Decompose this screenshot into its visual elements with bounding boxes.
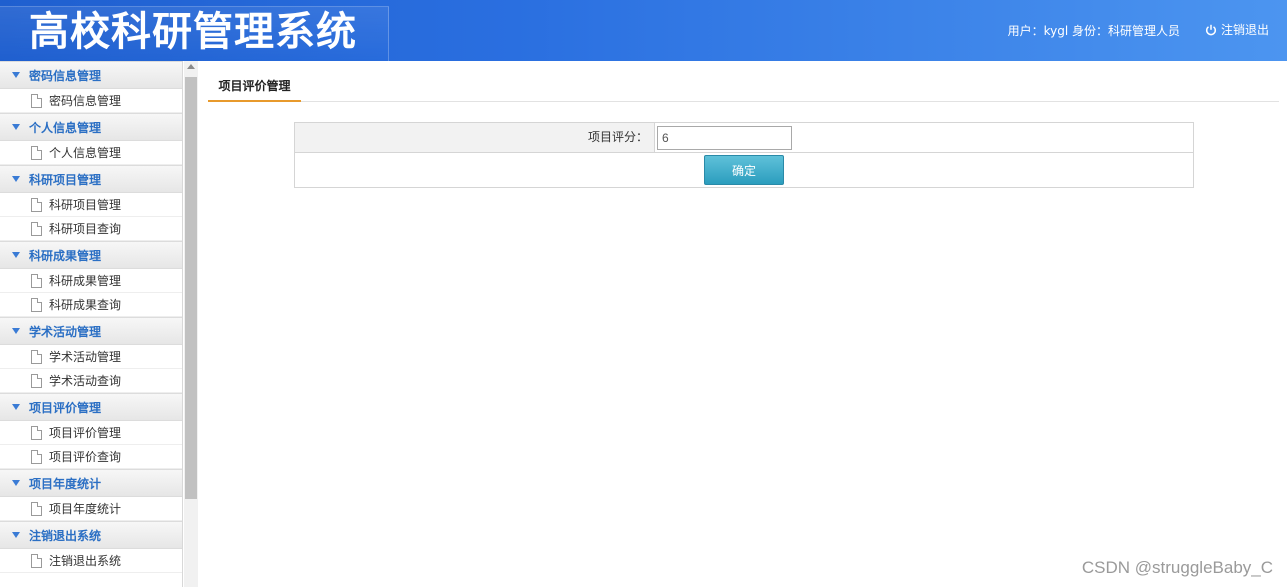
tab-bar: 项目评价管理 — [208, 73, 1279, 102]
triangle-down-icon — [12, 328, 20, 334]
document-icon — [31, 197, 42, 212]
document-icon — [31, 449, 42, 464]
sidebar-group-label: 个人信息管理 — [29, 120, 102, 135]
sidebar-item-evaluation-query[interactable]: 项目评价查询 — [0, 445, 182, 469]
sidebar-item-personal-manage[interactable]: 个人信息管理 — [0, 141, 182, 165]
scroll-up-arrow-icon[interactable] — [187, 64, 195, 69]
document-icon — [31, 425, 42, 440]
sidebar-item-label: 学术活动查询 — [49, 374, 122, 388]
sidebar-item-label: 项目评价管理 — [49, 426, 122, 440]
sidebar-item-activity-query[interactable]: 学术活动查询 — [0, 369, 182, 393]
power-icon — [1205, 24, 1216, 35]
sidebar-group-label: 科研成果管理 — [29, 248, 102, 263]
sidebar-scrollbar[interactable] — [184, 61, 198, 587]
sidebar-item-achievement-manage[interactable]: 科研成果管理 — [0, 269, 182, 293]
score-input[interactable] — [657, 125, 792, 150]
sidebar-group-evaluation[interactable]: 项目评价管理 — [0, 393, 182, 421]
document-icon — [31, 373, 42, 388]
sidebar-item-label: 科研项目查询 — [49, 222, 122, 236]
tab-project-evaluation[interactable]: 项目评价管理 — [208, 73, 301, 102]
sidebar-item-label: 科研成果查询 — [49, 298, 122, 312]
document-icon — [31, 145, 42, 160]
sidebar-group-project[interactable]: 科研项目管理 — [0, 165, 182, 193]
sidebar-item-label: 项目评价查询 — [49, 450, 122, 464]
sidebar-group-activity[interactable]: 学术活动管理 — [0, 317, 182, 345]
form-row-score: 项目评分： — [295, 123, 1193, 153]
header-bar: 高校科研管理系统 用户：kygl 身份：科研管理人员 注销退出 — [0, 0, 1287, 61]
form-row-actions: 确定 — [295, 153, 1193, 187]
triangle-down-icon — [12, 124, 20, 130]
sidebar-item-project-query[interactable]: 科研项目查询 — [0, 217, 182, 241]
evaluation-form: 项目评分： 确定 — [294, 122, 1194, 188]
sidebar-group-logout[interactable]: 注销退出系统 — [0, 521, 182, 549]
sidebar-item-label: 科研成果管理 — [49, 274, 122, 288]
logout-label: 注销退出 — [1220, 23, 1269, 37]
sidebar-item-activity-manage[interactable]: 学术活动管理 — [0, 345, 182, 369]
sidebar-group-label: 注销退出系统 — [29, 528, 102, 543]
triangle-down-icon — [12, 404, 20, 410]
sidebar-item-achievement-query[interactable]: 科研成果查询 — [0, 293, 182, 317]
document-icon — [31, 221, 42, 236]
document-icon — [31, 553, 42, 568]
score-label: 项目评分： — [295, 123, 655, 152]
sidebar-group-password[interactable]: 密码信息管理 — [0, 61, 182, 89]
logout-button[interactable]: 注销退出 — [1205, 21, 1269, 38]
sidebar-group-personal[interactable]: 个人信息管理 — [0, 113, 182, 141]
confirm-button[interactable]: 确定 — [704, 155, 784, 185]
sidebar-item-evaluation-manage[interactable]: 项目评价管理 — [0, 421, 182, 445]
document-icon — [31, 297, 42, 312]
sidebar-group-label: 学术活动管理 — [29, 324, 102, 339]
sidebar-item-password-manage[interactable]: 密码信息管理 — [0, 89, 182, 113]
sidebar-group-label: 项目评价管理 — [29, 400, 102, 415]
sidebar-item-logout[interactable]: 注销退出系统 — [0, 549, 182, 573]
user-info: 用户：kygl 身份：科研管理人员 — [1007, 24, 1180, 38]
sidebar-item-label: 注销退出系统 — [49, 554, 122, 568]
triangle-down-icon — [12, 72, 20, 78]
triangle-down-icon — [12, 532, 20, 538]
app-title: 高校科研管理系统 — [29, 9, 357, 55]
sidebar-group-statistics[interactable]: 项目年度统计 — [0, 469, 182, 497]
score-input-cell — [655, 123, 1193, 152]
triangle-down-icon — [12, 176, 20, 182]
sidebar-item-project-manage[interactable]: 科研项目管理 — [0, 193, 182, 217]
document-icon — [31, 501, 42, 516]
sidebar-item-label: 项目年度统计 — [49, 502, 122, 516]
sidebar: 密码信息管理 密码信息管理 个人信息管理 个人信息管理 科研项目管理 科研项目管… — [0, 61, 183, 587]
document-icon — [31, 349, 42, 364]
sidebar-group-label: 科研项目管理 — [29, 172, 102, 187]
triangle-down-icon — [12, 252, 20, 258]
sidebar-group-label: 项目年度统计 — [29, 476, 102, 491]
scroll-thumb[interactable] — [185, 77, 197, 499]
sidebar-group-achievement[interactable]: 科研成果管理 — [0, 241, 182, 269]
document-icon — [31, 273, 42, 288]
triangle-down-icon — [12, 480, 20, 486]
sidebar-item-statistics[interactable]: 项目年度统计 — [0, 497, 182, 521]
sidebar-item-label: 学术活动管理 — [49, 350, 122, 364]
sidebar-item-label: 科研项目管理 — [49, 198, 122, 212]
sidebar-item-label: 个人信息管理 — [49, 146, 122, 160]
document-icon — [31, 93, 42, 108]
watermark: CSDN @struggleBaby_C — [1081, 558, 1273, 577]
main-content: 项目评价管理 项目评分： 确定 — [199, 61, 1287, 587]
sidebar-item-label: 密码信息管理 — [49, 94, 122, 108]
sidebar-group-label: 密码信息管理 — [29, 68, 102, 83]
